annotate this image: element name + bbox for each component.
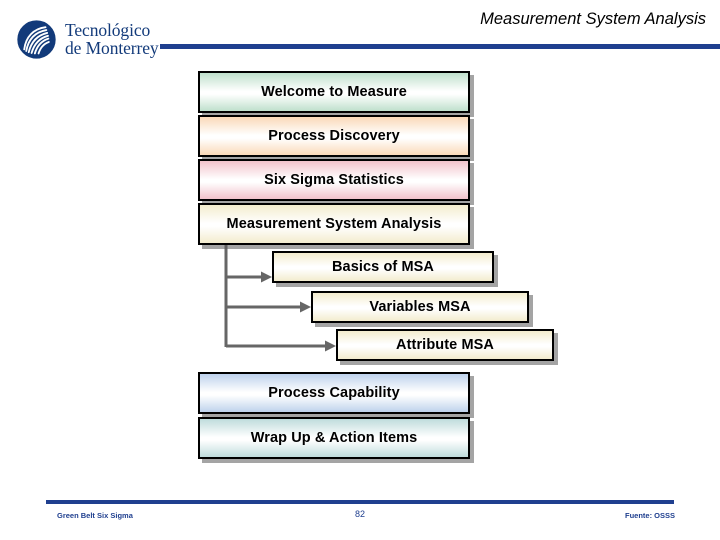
flow-arrowhead-variables-msa (300, 301, 311, 313)
flow-node-variables-msa[interactable]: Variables MSA (311, 291, 529, 323)
footer-source-note: Fuente: OSSS (624, 511, 675, 520)
flow-node-label: Welcome to Measure (261, 84, 407, 100)
flow-node-label: Attribute MSA (396, 337, 494, 353)
flow-arrowhead-basics-of-msa (261, 271, 272, 283)
flow-node-process-capability[interactable]: Process Capability (198, 372, 470, 414)
course-agenda-flow-diagram: Welcome to Measure Process Discovery Six S… (0, 0, 720, 540)
flow-node-label: Process Capability (268, 385, 400, 401)
flow-node-label: Variables MSA (369, 299, 471, 315)
flow-node-attribute-msa[interactable]: Attribute MSA (336, 329, 554, 361)
flow-node-welcome-to-measure[interactable]: Welcome to Measure (198, 71, 470, 113)
flow-arrowhead-attribute-msa (325, 340, 336, 352)
flow-node-process-discovery[interactable]: Process Discovery (198, 115, 470, 157)
flow-node-label: Wrap Up & Action Items (250, 430, 418, 446)
flow-node-measurement-system-analysis[interactable]: Measurement System Analysis (198, 203, 470, 245)
flow-node-label: Basics of MSA (331, 259, 435, 275)
flow-node-label: Process Discovery (268, 128, 400, 144)
footer-divider-rule (46, 500, 674, 504)
flow-node-wrap-up-action-items[interactable]: Wrap Up & Action Items (198, 417, 470, 459)
flow-node-six-sigma-statistics[interactable]: Six Sigma Statistics (198, 159, 470, 201)
flow-node-basics-of-msa[interactable]: Basics of MSA (272, 251, 494, 283)
flow-node-label: Measurement System Analysis (226, 216, 442, 232)
flow-node-label: Six Sigma Statistics (264, 172, 404, 188)
footer-page-number: 82 (354, 509, 365, 519)
